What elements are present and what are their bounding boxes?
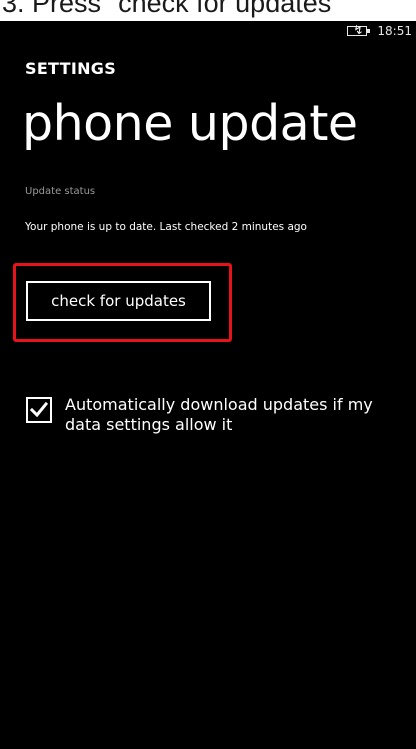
phone-screen: ↯ 18:51 SETTINGS phone update Update sta… xyxy=(0,21,416,749)
clock: 18:51 xyxy=(377,24,412,38)
update-status-heading: Update status xyxy=(25,186,96,197)
auto-download-checkbox[interactable] xyxy=(26,397,52,423)
page-title: phone update xyxy=(22,95,358,152)
auto-download-setting[interactable]: Automatically download updates if my dat… xyxy=(26,395,406,435)
section-label: SETTINGS xyxy=(25,59,117,78)
battery-charging-icon: ↯ xyxy=(347,23,371,37)
auto-download-label: Automatically download updates if my dat… xyxy=(65,395,373,434)
instruction-caption: 3. Press "check for updates" xyxy=(2,0,341,18)
status-bar: ↯ 18:51 xyxy=(347,21,412,41)
update-status-message: Your phone is up to date. Last checked 2… xyxy=(25,221,307,233)
checkmark-icon xyxy=(30,402,48,418)
check-for-updates-button[interactable]: check for updates xyxy=(26,281,211,321)
